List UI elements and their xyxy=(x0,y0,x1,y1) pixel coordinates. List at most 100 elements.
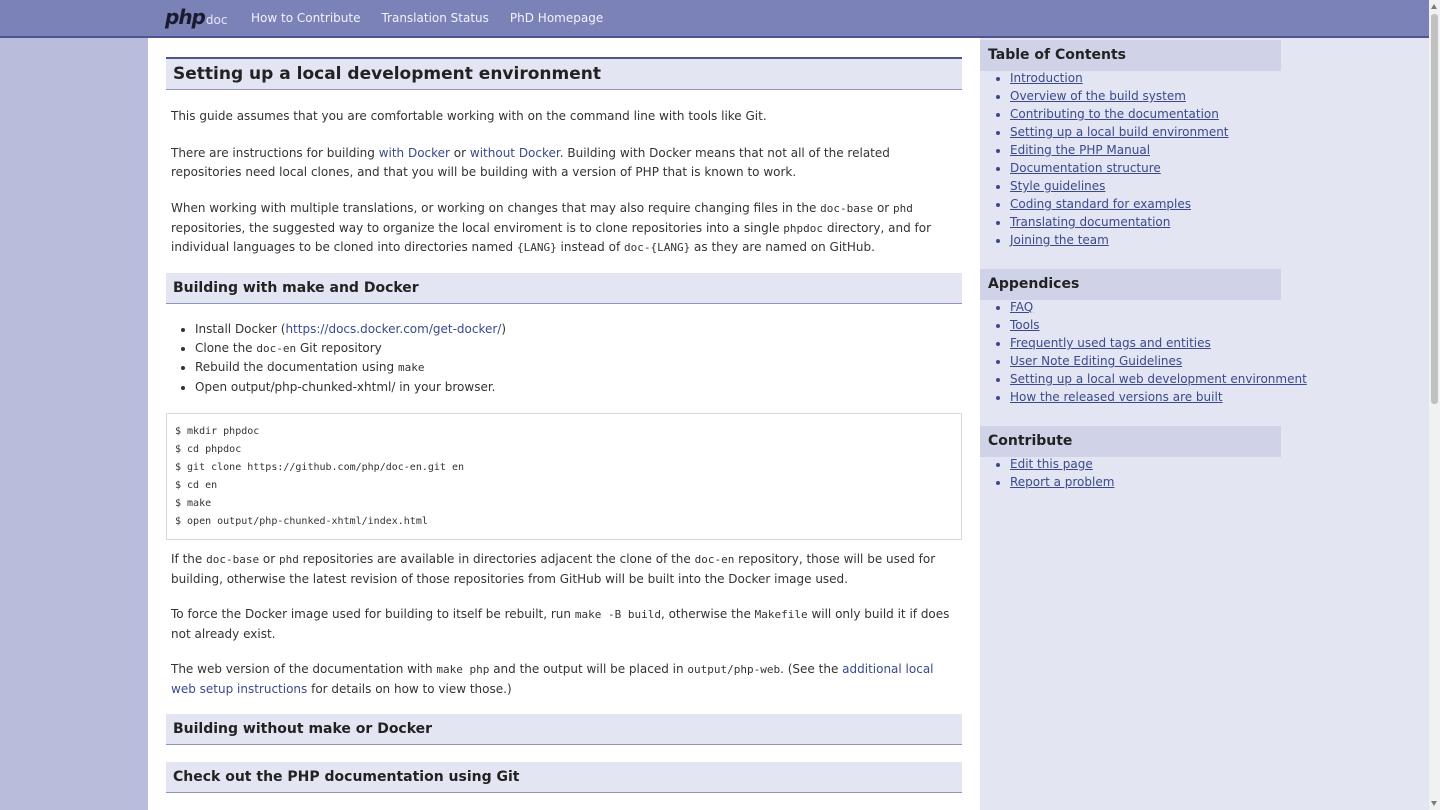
appendix-link-tools[interactable]: Tools xyxy=(1010,318,1040,332)
toc-link-editing-manual[interactable]: Editing the PHP Manual xyxy=(1010,143,1150,157)
sidebar: Table of Contents Introduction Overview … xyxy=(980,38,1429,810)
nav-translation-status[interactable]: Translation Status xyxy=(381,11,488,25)
list-item: Introduction xyxy=(1010,69,1229,87)
inline-code: phpdoc xyxy=(783,221,824,235)
toc-link-translating[interactable]: Translating documentation xyxy=(1010,215,1170,229)
page-scrollbar[interactable] xyxy=(1429,0,1440,810)
inline-code: make php xyxy=(436,663,490,676)
list-item: Install Docker (https://docs.docker.com/… xyxy=(195,320,506,339)
text: To force the Docker image used for build… xyxy=(171,607,575,621)
text: When working with multiple translations,… xyxy=(171,201,821,215)
inline-code: phd xyxy=(278,553,299,566)
text: Rebuild the documentation using xyxy=(195,360,398,374)
text: , otherwise the xyxy=(660,607,755,621)
appendix-link-faq[interactable]: FAQ xyxy=(1010,300,1033,314)
list-item: Tools xyxy=(1010,316,1307,334)
toc-link-local-build[interactable]: Setting up a local build environment xyxy=(1010,125,1229,139)
list-item: Setting up a local build environment xyxy=(1010,123,1229,141)
toc-link-style-guidelines[interactable]: Style guidelines xyxy=(1010,179,1105,193)
inline-code: doc-base xyxy=(820,202,874,215)
list-item: Report a problem xyxy=(1010,473,1114,491)
appendix-link-local-web[interactable]: Setting up a local web development envir… xyxy=(1010,372,1307,386)
edit-page-link[interactable]: Edit this page xyxy=(1010,457,1093,471)
list-item: Rebuild the documentation using make xyxy=(195,358,506,378)
main-content: Setting up a local development environme… xyxy=(148,38,980,810)
list-item: Setting up a local web development envir… xyxy=(1010,370,1307,388)
list-item: Overview of the build system xyxy=(1010,87,1229,105)
toc-link-build-system[interactable]: Overview of the build system xyxy=(1010,89,1186,103)
list-item: Coding standard for examples xyxy=(1010,195,1229,213)
scroll-down-icon[interactable] xyxy=(1431,801,1437,806)
text: There are instructions for building xyxy=(171,146,379,160)
docker-steps-list: Install Docker (https://docs.docker.com/… xyxy=(171,320,506,396)
inline-code: doc-en xyxy=(256,341,297,355)
toc-link-contributing[interactable]: Contributing to the documentation xyxy=(1010,107,1219,121)
inline-code: output/php-web xyxy=(687,663,781,676)
text: or xyxy=(873,201,894,215)
toc-link-joining-team[interactable]: Joining the team xyxy=(1010,233,1109,247)
force-rebuild-paragraph: To force the Docker image used for build… xyxy=(171,605,961,643)
appendix-link-tags-entities[interactable]: Frequently used tags and entities xyxy=(1010,336,1211,350)
contribute-heading: Contribute xyxy=(980,426,1281,457)
text: repositories, the suggested way to organ… xyxy=(171,220,784,235)
nav-phd-homepage[interactable]: PhD Homepage xyxy=(510,11,603,25)
list-item: Frequently used tags and entities xyxy=(1010,334,1307,352)
text: . (See the xyxy=(780,662,843,676)
logo-php-text: php xyxy=(165,5,206,29)
text: or xyxy=(449,146,470,160)
toc-list: Introduction Overview of the build syste… xyxy=(988,69,1229,249)
phpdoc-logo[interactable]: php doc xyxy=(165,5,227,31)
list-item: Editing the PHP Manual xyxy=(1010,141,1229,159)
appendix-link-released-versions[interactable]: How the released versions are built xyxy=(1010,390,1223,404)
toc-link-coding-standard[interactable]: Coding standard for examples xyxy=(1010,197,1191,211)
list-item: FAQ xyxy=(1010,298,1307,316)
contribute-list: Edit this page Report a problem xyxy=(988,455,1114,491)
scroll-up-icon[interactable] xyxy=(1431,4,1437,9)
inline-code: doc-en xyxy=(694,553,735,566)
list-item: Documentation structure xyxy=(1010,159,1229,177)
translations-paragraph: When working with multiple translations,… xyxy=(171,199,961,258)
text: The web version of the documentation wit… xyxy=(171,662,437,676)
inline-code: doc-{LANG} xyxy=(624,241,691,254)
text: Git repository xyxy=(296,340,382,355)
docker-url-link[interactable]: https://docs.docker.com/get-docker/ xyxy=(285,322,501,336)
text: instead of xyxy=(556,240,624,254)
docker-paragraph: There are instructions for building with… xyxy=(171,144,961,181)
top-navbar: php doc How to Contribute Translation St… xyxy=(0,0,1429,38)
section-building-without-docker: Building without make or Docker xyxy=(166,714,962,745)
text: as they are named on GitHub. xyxy=(690,240,875,254)
web-version-paragraph: The web version of the documentation wit… xyxy=(171,660,961,698)
list-item: Edit this page xyxy=(1010,455,1114,473)
list-item: Translating documentation xyxy=(1010,213,1229,231)
toc-link-doc-structure[interactable]: Documentation structure xyxy=(1010,161,1161,175)
toc-heading: Table of Contents xyxy=(980,40,1281,71)
text: If the xyxy=(171,552,207,566)
intro-paragraph: This guide assumes that you are comforta… xyxy=(171,109,767,123)
without-docker-link[interactable]: without Docker xyxy=(470,146,560,160)
toc-link-introduction[interactable]: Introduction xyxy=(1010,71,1083,85)
text: repositories are available in directorie… xyxy=(298,552,695,566)
nav-how-to-contribute[interactable]: How to Contribute xyxy=(251,11,360,25)
inline-code: make xyxy=(397,361,425,374)
code-block[interactable]: $ mkdir phpdoc $ cd phpdoc $ git clone h… xyxy=(166,413,962,540)
list-item: User Note Editing Guidelines xyxy=(1010,352,1307,370)
text: or xyxy=(259,552,279,566)
list-item: Style guidelines xyxy=(1010,177,1229,195)
scrollbar-thumb[interactable] xyxy=(1431,14,1438,404)
appendix-link-user-notes[interactable]: User Note Editing Guidelines xyxy=(1010,354,1182,368)
text: ) xyxy=(501,322,507,336)
report-problem-link[interactable]: Report a problem xyxy=(1010,475,1114,489)
section-checkout-git: Check out the PHP documentation using Gi… xyxy=(166,762,962,793)
list-item: How the released versions are built xyxy=(1010,388,1307,406)
logo-doc-text: doc xyxy=(205,13,228,27)
text: Install Docker ( xyxy=(195,322,286,336)
with-docker-link[interactable]: with Docker xyxy=(379,146,450,160)
text: Clone the xyxy=(195,340,257,355)
appendices-list: FAQ Tools Frequently used tags and entit… xyxy=(988,298,1307,406)
section-building-with-docker: Building with make and Docker xyxy=(166,273,962,304)
inline-code: {LANG} xyxy=(516,241,557,254)
inline-code: make -B build xyxy=(574,608,661,621)
text: for details on how to view those.) xyxy=(307,681,512,696)
list-item: Open output/php-chunked-xhtml/ in your b… xyxy=(195,378,506,397)
text: and the output will be placed in xyxy=(489,662,688,676)
